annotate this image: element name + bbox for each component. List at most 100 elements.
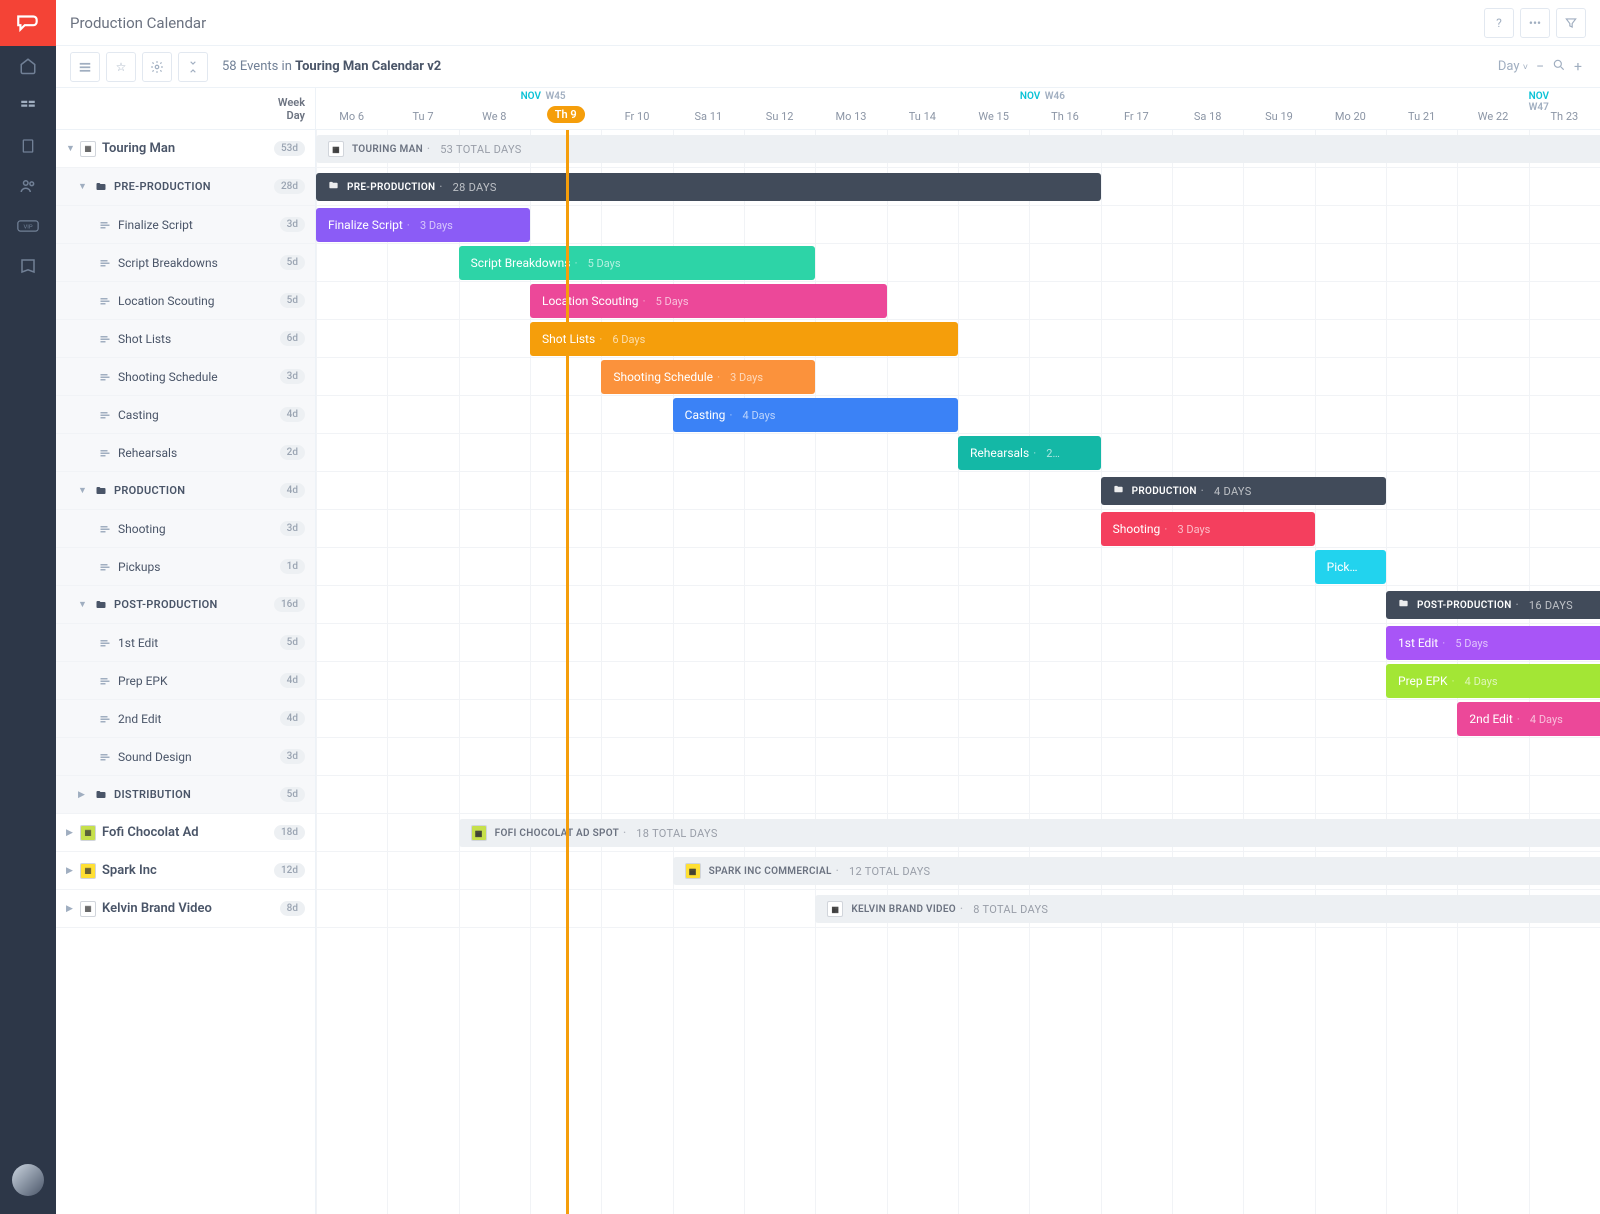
- task-icon: [98, 560, 112, 574]
- sub-row[interactable]: ▼PRODUCTION4d: [56, 472, 315, 510]
- task-row[interactable]: Rehearsals2d: [56, 434, 315, 472]
- task-row[interactable]: Shooting3d: [56, 510, 315, 548]
- zoom-in-button[interactable]: +: [1570, 59, 1586, 75]
- day-header[interactable]: Tu 14: [909, 110, 936, 123]
- settings-button[interactable]: [142, 52, 172, 82]
- day-header[interactable]: Fr 17: [1124, 110, 1149, 123]
- task-bar[interactable]: Pick…: [1315, 550, 1386, 584]
- sub-row[interactable]: ▶DISTRIBUTION5d: [56, 776, 315, 814]
- task-row[interactable]: Location Scouting5d: [56, 282, 315, 320]
- day-header[interactable]: Sa 18: [1194, 110, 1222, 123]
- app-logo[interactable]: [0, 0, 56, 46]
- group-row[interactable]: ▶▦Kelvin Brand Video8d: [56, 890, 315, 928]
- bar-label: Shooting Schedule: [613, 370, 713, 384]
- task-bar[interactable]: Shooting·3 Days: [1101, 512, 1315, 546]
- header-bar[interactable]: ▦TOURING MAN·53 TOTAL DAYS: [316, 135, 1600, 163]
- zoom-search-button[interactable]: [1548, 58, 1570, 76]
- group-row[interactable]: ▶▦Spark Inc12d: [56, 852, 315, 890]
- day-header[interactable]: Th 16: [1051, 110, 1079, 123]
- task-icon: [98, 636, 112, 650]
- bar-sublabel: 4 DAYS: [1214, 485, 1252, 498]
- task-row[interactable]: Sound Design3d: [56, 738, 315, 776]
- collapse-button[interactable]: [178, 52, 208, 82]
- folder-icon: [94, 598, 108, 612]
- sub-row[interactable]: ▼PRE-PRODUCTION28d: [56, 168, 315, 206]
- filter-button[interactable]: [1556, 8, 1586, 38]
- task-row[interactable]: Casting4d: [56, 396, 315, 434]
- nav-vip[interactable]: VIP: [0, 206, 56, 246]
- task-bar[interactable]: Location Scouting·5 Days: [530, 284, 887, 318]
- bar-sublabel: 6 Days: [612, 333, 645, 346]
- group-row[interactable]: ▶▦Fofi Chocolat Ad18d: [56, 814, 315, 852]
- bar-sublabel: 5 Days: [656, 295, 689, 308]
- task-bar[interactable]: Rehearsals·2…: [958, 436, 1101, 470]
- task-icon: [98, 294, 112, 308]
- bar-label: PRODUCTION: [1132, 486, 1197, 497]
- project-chip-icon: ▦: [685, 863, 701, 879]
- day-header[interactable]: Th 9: [547, 106, 585, 123]
- header-bar[interactable]: ▦KELVIN BRAND VIDEO·8 TOTAL DAYS: [815, 895, 1600, 923]
- page-header: Production Calendar ? •••: [56, 0, 1600, 46]
- task-row[interactable]: Finalize Script3d: [56, 206, 315, 244]
- nav-documents[interactable]: [0, 126, 56, 166]
- task-row[interactable]: Script Breakdowns5d: [56, 244, 315, 282]
- view-list-button[interactable]: [70, 52, 100, 82]
- day-header[interactable]: Tu 21: [1408, 110, 1435, 123]
- task-icon: [98, 750, 112, 764]
- duration-badge: 3d: [280, 217, 305, 232]
- bar-label: Shooting: [1113, 522, 1161, 536]
- day-header[interactable]: Su 12: [766, 110, 794, 123]
- day-header[interactable]: Th 23: [1550, 110, 1578, 123]
- task-row[interactable]: Pickups1d: [56, 548, 315, 586]
- more-button[interactable]: •••: [1520, 8, 1550, 38]
- task-bar[interactable]: 1st Edit·5 Days: [1386, 626, 1600, 660]
- project-chip-icon: ▦: [80, 825, 96, 841]
- task-bar[interactable]: Shooting Schedule·3 Days: [601, 360, 815, 394]
- task-bar[interactable]: Finalize Script·3 Days: [316, 208, 530, 242]
- task-bar[interactable]: Prep EPK·4 Days: [1386, 664, 1600, 698]
- row-label: Location Scouting: [118, 294, 280, 308]
- day-header[interactable]: Mo 6: [339, 110, 364, 123]
- day-header[interactable]: We 15: [978, 110, 1009, 123]
- header-bar[interactable]: ▦SPARK INC COMMERCIAL·12 TOTAL DAYS: [673, 857, 1600, 885]
- phase-bar[interactable]: POST-PRODUCTION·16 DAYS: [1386, 591, 1600, 619]
- nav-home[interactable]: [0, 46, 56, 86]
- day-header[interactable]: Su 19: [1265, 110, 1293, 123]
- task-row[interactable]: 1st Edit5d: [56, 624, 315, 662]
- group-row[interactable]: ▼▦Touring Man53d: [56, 130, 315, 168]
- bar-label: Prep EPK: [1398, 674, 1448, 688]
- zoom-out-button[interactable]: −: [1532, 59, 1548, 75]
- task-row[interactable]: Shooting Schedule3d: [56, 358, 315, 396]
- task-row[interactable]: Shot Lists6d: [56, 320, 315, 358]
- day-header[interactable]: Mo 20: [1335, 110, 1366, 123]
- task-bar[interactable]: Casting·4 Days: [673, 398, 958, 432]
- phase-bar[interactable]: PRE-PRODUCTION·28 DAYS: [316, 173, 1101, 201]
- phase-bar[interactable]: PRODUCTION·4 DAYS: [1101, 477, 1386, 505]
- duration-badge: 4d: [280, 673, 305, 688]
- nav-calendar[interactable]: [0, 86, 56, 126]
- task-bar[interactable]: Shot Lists·6 Days: [530, 322, 958, 356]
- header-bar[interactable]: ▦FOFI CHOCOLAT AD SPOT·18 TOTAL DAYS: [459, 819, 1600, 847]
- task-row[interactable]: 2nd Edit4d: [56, 700, 315, 738]
- day-header[interactable]: We 8: [482, 110, 506, 123]
- duration-badge: 5d: [280, 293, 305, 308]
- nav-library[interactable]: [0, 246, 56, 286]
- task-bar[interactable]: Script Breakdowns·5 Days: [459, 246, 816, 280]
- day-header[interactable]: Tu 7: [412, 110, 433, 123]
- day-header[interactable]: We 22: [1478, 110, 1509, 123]
- duration-badge: 16d: [274, 597, 305, 612]
- task-bar[interactable]: 2nd Edit·4 Days: [1457, 702, 1600, 736]
- favorite-button[interactable]: ☆: [106, 52, 136, 82]
- page-title: Production Calendar: [70, 14, 1478, 32]
- day-header[interactable]: Sa 11: [695, 110, 723, 123]
- sub-row[interactable]: ▼POST-PRODUCTION16d: [56, 586, 315, 624]
- task-row[interactable]: Prep EPK4d: [56, 662, 315, 700]
- nav-team[interactable]: [0, 166, 56, 206]
- day-header[interactable]: Mo 13: [836, 110, 867, 123]
- zoom-level-select[interactable]: Day ˅: [1498, 59, 1528, 74]
- user-avatar[interactable]: [12, 1164, 44, 1196]
- task-icon: [98, 674, 112, 688]
- help-button[interactable]: ?: [1484, 8, 1514, 38]
- project-chip-icon: ▦: [328, 141, 344, 157]
- day-header[interactable]: Fr 10: [625, 110, 650, 123]
